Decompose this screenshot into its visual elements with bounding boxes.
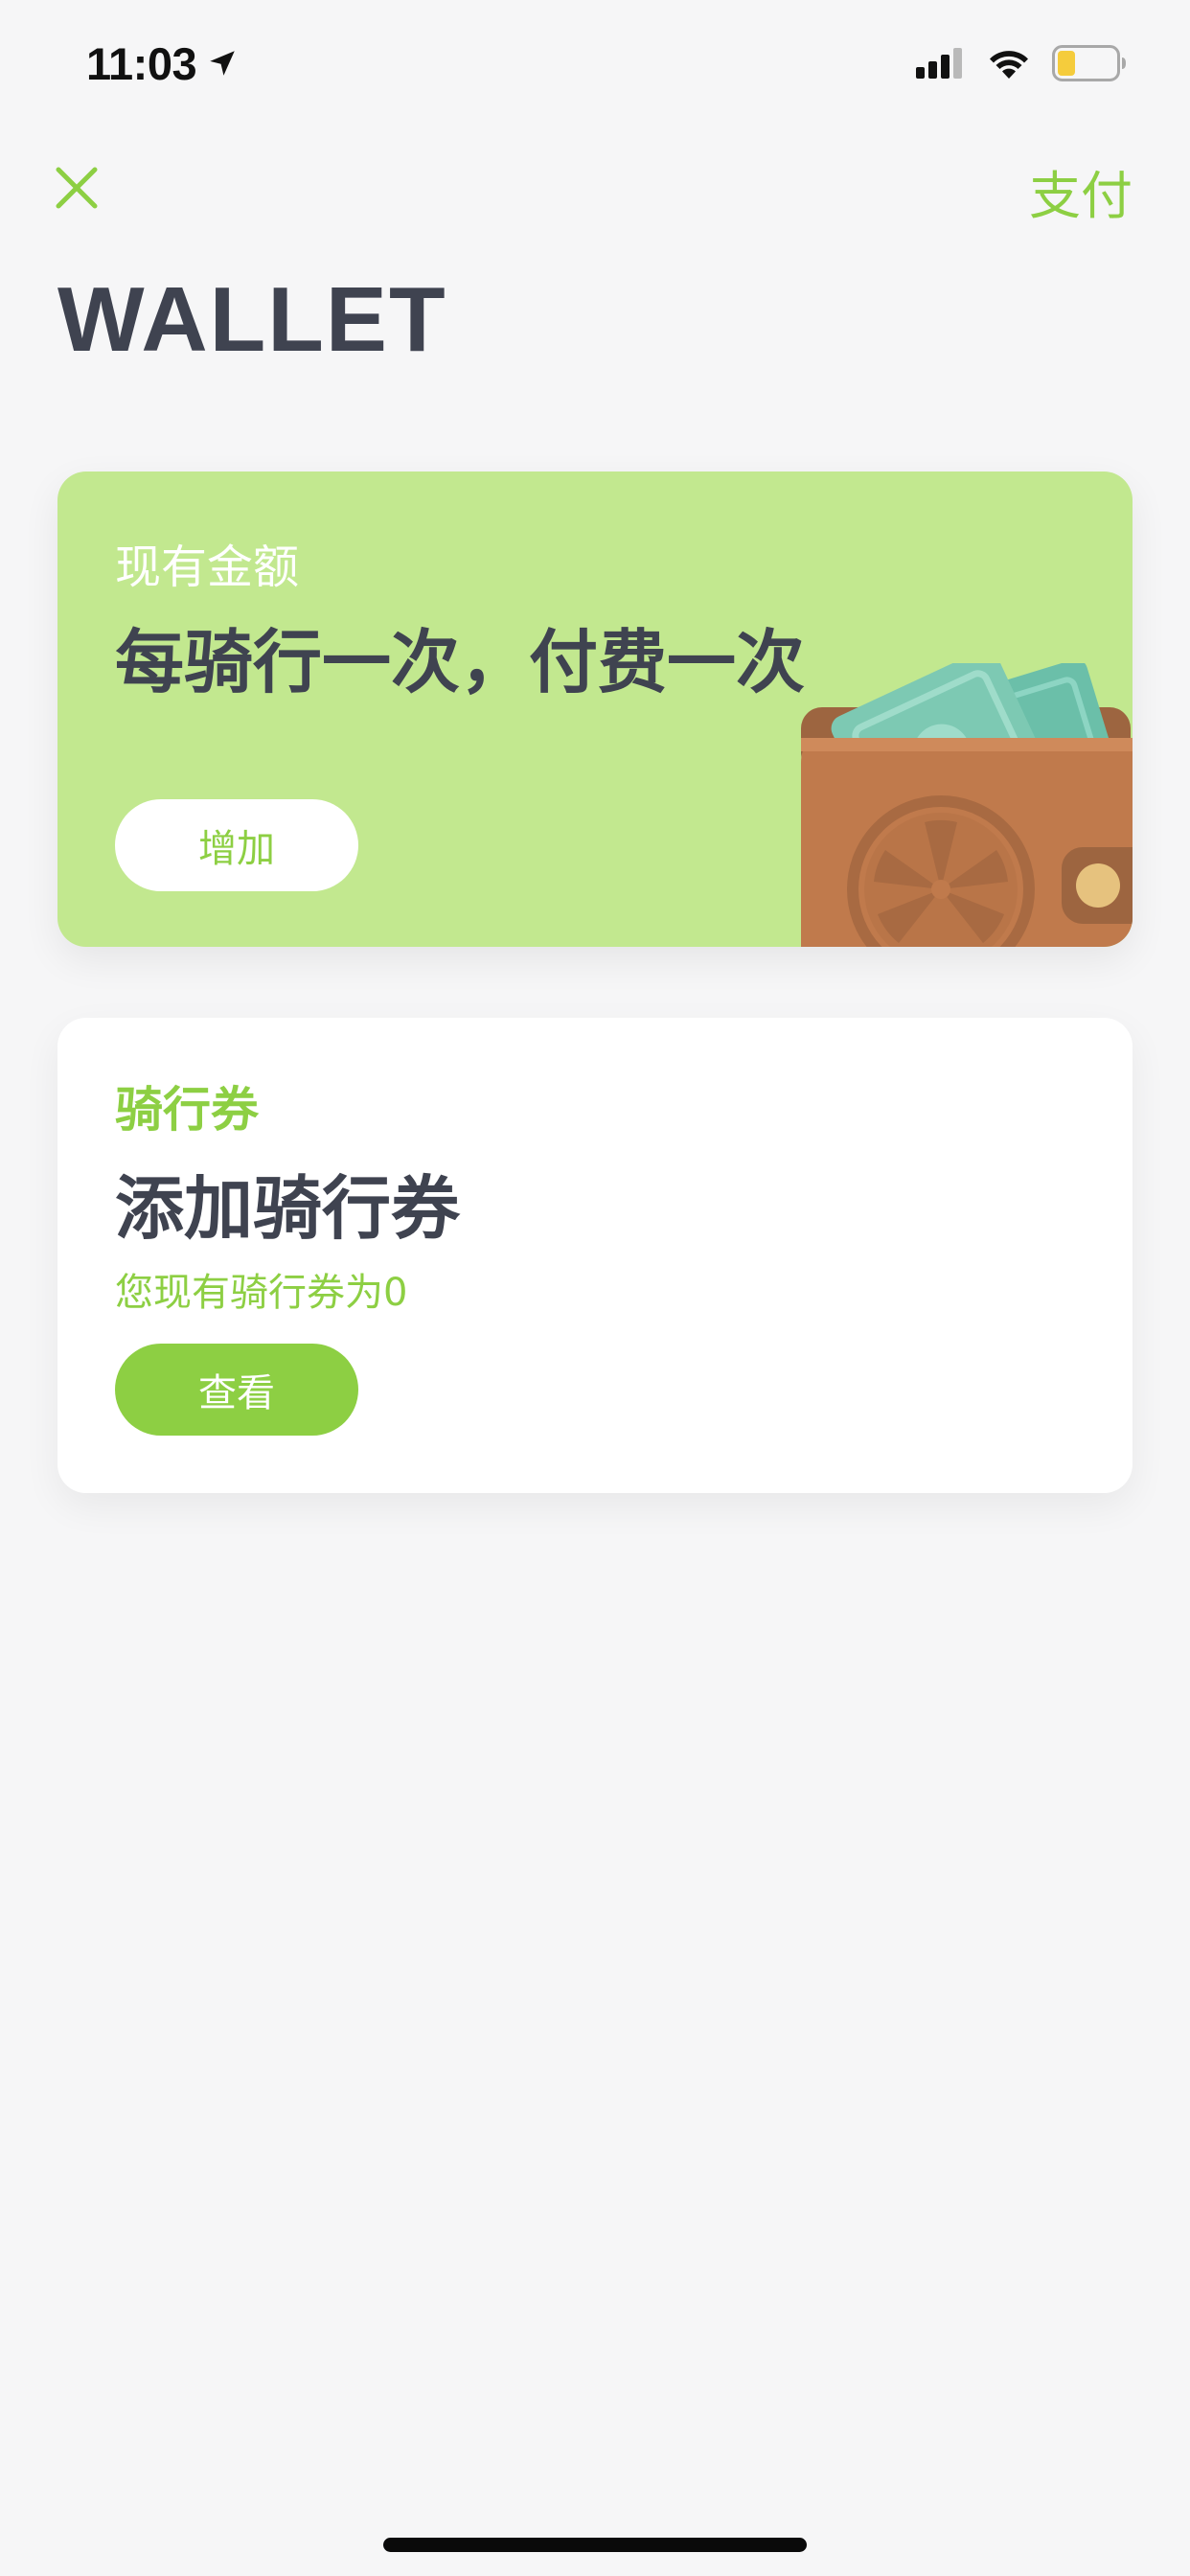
- wallet-icon: [801, 663, 1133, 947]
- coupon-headline: 添加骑行券: [115, 1168, 461, 1249]
- coupon-count-text: 您现有骑行券为0: [115, 1271, 408, 1315]
- coupon-card: 骑行券 添加骑行券 您现有骑行券为0 查看: [57, 1018, 1133, 1493]
- view-coupons-button[interactable]: 查看: [115, 1344, 358, 1436]
- close-button[interactable]: [50, 161, 103, 215]
- pay-link[interactable]: 支付: [1029, 153, 1133, 229]
- home-indicator[interactable]: [383, 2538, 807, 2552]
- page-title: WALLET: [57, 268, 447, 371]
- status-indicators: [916, 44, 1127, 82]
- wifi-icon: [990, 51, 1028, 79]
- location-arrow-icon: [210, 51, 235, 76]
- coupon-label: 骑行券: [115, 1082, 259, 1138]
- status-time: 11:03: [86, 37, 197, 89]
- balance-label: 现有金额: [115, 540, 300, 594]
- battery-low-icon: [1052, 45, 1126, 81]
- status-time-group: 11:03: [86, 34, 239, 92]
- add-funds-button[interactable]: 增加: [115, 799, 358, 891]
- close-icon: [56, 167, 98, 209]
- status-bar: 11:03: [0, 0, 1190, 126]
- balance-headline: 每骑行一次，付费一次: [115, 622, 806, 702]
- balance-card: 现有金额 每骑行一次，付费一次 增加: [57, 472, 1133, 947]
- cellular-signal-icon: [916, 48, 962, 79]
